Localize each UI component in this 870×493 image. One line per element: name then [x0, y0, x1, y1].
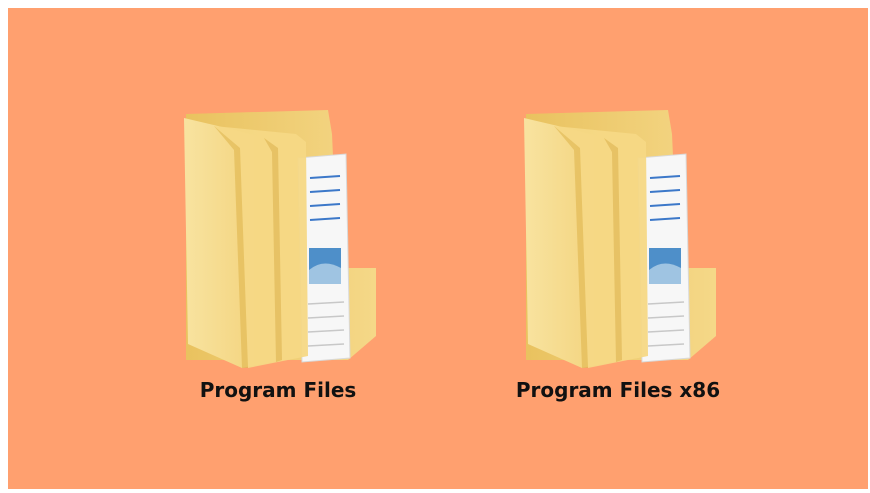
folder-program-files[interactable]: Program Files — [158, 8, 398, 489]
folder-program-files-x86[interactable]: Program Files x86 — [498, 8, 738, 489]
folder-label: Program Files x86 — [515, 378, 721, 402]
desktop-background: Program Files Program Files x86 — [8, 8, 868, 489]
folder-label: Program Files — [199, 378, 357, 402]
folder-with-documents-icon — [524, 110, 716, 368]
folder-with-documents-icon — [184, 110, 376, 368]
